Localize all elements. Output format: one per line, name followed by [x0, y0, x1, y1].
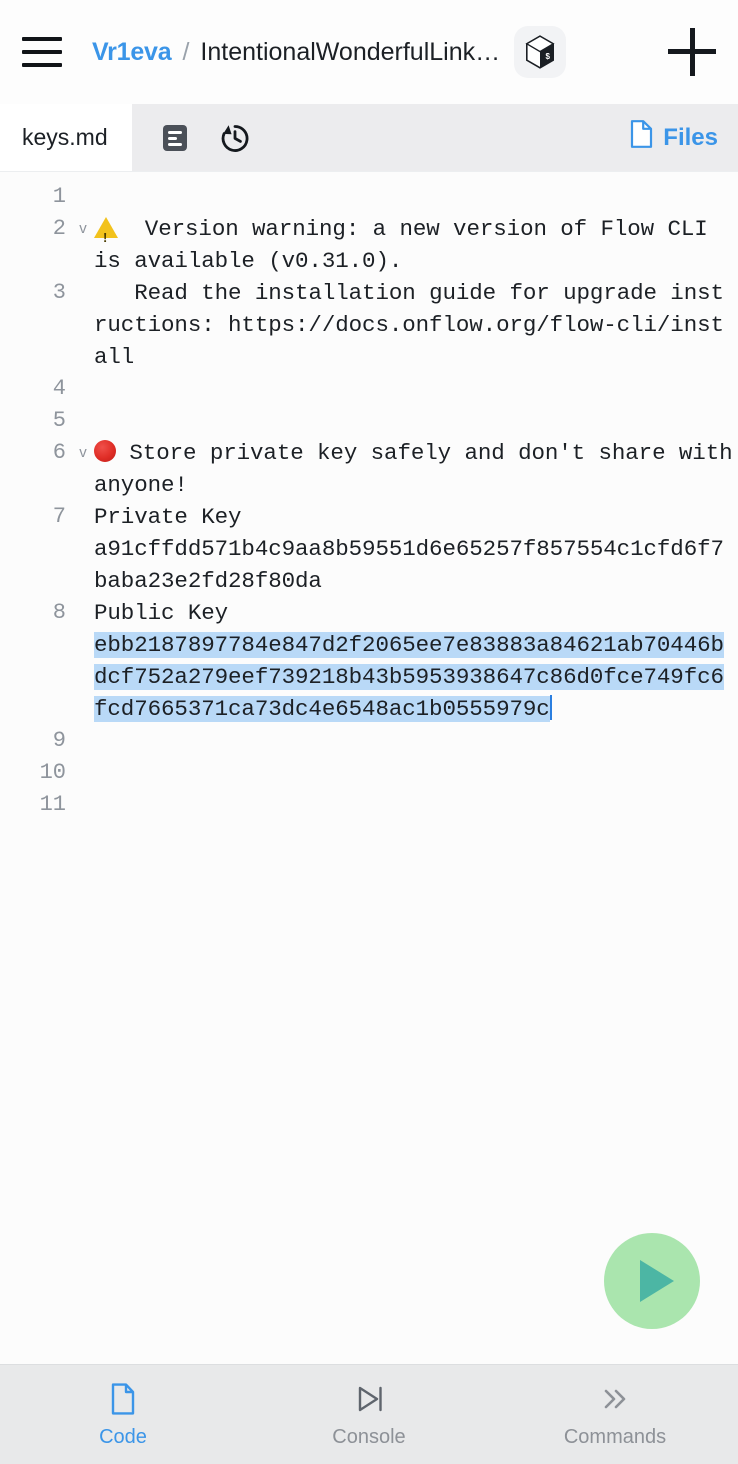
hamburger-bar: [22, 50, 62, 54]
tab-file-keys-md[interactable]: keys.md: [0, 104, 132, 171]
editor-tab-bar: keys.md Files: [0, 104, 738, 172]
line-number: 2: [52, 216, 66, 241]
line-content[interactable]: [94, 725, 738, 757]
code-line[interactable]: 8 Public Key ebb2187897784e847d2f2065ee7e…: [0, 597, 738, 725]
double-chevron-right-icon: [598, 1381, 632, 1417]
code-lines-container: 1 2v Version warning: a new version of F…: [0, 172, 738, 821]
line-content[interactable]: [94, 181, 738, 213]
code-line[interactable]: 1: [0, 181, 738, 213]
line-content[interactable]: [94, 789, 738, 821]
nav-item-console[interactable]: Console: [246, 1381, 492, 1449]
line-number: 8: [52, 600, 66, 625]
line-content[interactable]: [94, 405, 738, 437]
hamburger-bar: [22, 63, 62, 67]
text-cursor: [549, 695, 552, 720]
code-text-run: Public Key: [94, 600, 229, 626]
breadcrumb-project[interactable]: IntentionalWonderfulLinked...: [200, 38, 500, 67]
line-content[interactable]: Public Key ebb2187897784e847d2f2065ee7e8…: [94, 597, 738, 725]
code-line[interactable]: 6v Store private key safely and don't sh…: [0, 437, 738, 501]
code-editor[interactable]: 1 2v Version warning: a new version of F…: [0, 172, 738, 1364]
file-icon: [629, 119, 654, 156]
line-number: 9: [52, 728, 66, 753]
line-number: 4: [52, 376, 66, 401]
warning-triangle-icon: [94, 217, 118, 254]
file-code-icon: [109, 1381, 137, 1417]
line-number: 1: [52, 184, 66, 209]
line-content[interactable]: Version warning: a new version of Flow C…: [94, 213, 738, 277]
breadcrumb-owner[interactable]: Vr1eva: [92, 38, 172, 67]
top-bar: Vr1eva / IntentionalWonderfulLinked... $: [0, 0, 738, 104]
selected-text[interactable]: ebb2187897784e847d2f2065ee7e83883a84621a…: [94, 632, 724, 722]
fold-toggle-icon[interactable]: v: [72, 213, 94, 245]
code-text-run: Private Key a91cffdd571b4c9aa8b59551d6e6…: [94, 504, 724, 594]
line-number: 10: [39, 760, 66, 785]
line-content[interactable]: [94, 373, 738, 405]
nav-item-code[interactable]: Code: [0, 1381, 246, 1449]
svg-text:$: $: [546, 52, 551, 61]
history-clock-icon[interactable]: [216, 119, 254, 157]
nav-item-commands[interactable]: Commands: [492, 1381, 738, 1449]
add-new-button[interactable]: [668, 28, 716, 76]
line-number: 3: [52, 280, 66, 305]
document-format-icon[interactable]: [156, 119, 194, 157]
code-line[interactable]: 4: [0, 373, 738, 405]
code-line[interactable]: 11: [0, 789, 738, 821]
app-root: Vr1eva / IntentionalWonderfulLinked... $…: [0, 0, 738, 1464]
code-text-run: Read the installation guide for upgrade …: [94, 280, 724, 370]
breadcrumb: Vr1eva / IntentionalWonderfulLinked... $: [92, 26, 668, 78]
tab-tools-strip: Files: [131, 104, 738, 171]
code-line[interactable]: 2v Version warning: a new version of Flo…: [0, 213, 738, 277]
line-number: 11: [39, 792, 66, 817]
line-content[interactable]: Read the installation guide for upgrade …: [94, 277, 738, 373]
line-content[interactable]: [94, 757, 738, 789]
code-text-run: Store private key safely and don't share…: [94, 440, 733, 498]
code-line[interactable]: 3 Read the installation guide for upgrad…: [0, 277, 738, 373]
code-line[interactable]: 5: [0, 405, 738, 437]
line-number: 7: [52, 504, 66, 529]
hamburger-menu-icon[interactable]: [22, 37, 62, 67]
play-to-end-icon: [352, 1381, 386, 1417]
line-content[interactable]: Private Key a91cffdd571b4c9aa8b59551d6e6…: [94, 501, 738, 597]
code-text-run: Version warning: a new version of Flow C…: [94, 216, 722, 274]
run-button[interactable]: [604, 1233, 700, 1329]
line-content[interactable]: Store private key safely and don't share…: [94, 437, 738, 501]
files-button[interactable]: Files: [629, 119, 718, 156]
line-number: 5: [52, 408, 66, 433]
line-number: 6: [52, 440, 66, 465]
play-triangle-icon: [639, 1260, 674, 1302]
code-line[interactable]: 7 Private Key a91cffdd571b4c9aa8b59551d6e…: [0, 501, 738, 597]
red-circle-icon: [94, 440, 116, 462]
nav-label-commands: Commands: [563, 1425, 667, 1448]
bottom-navigation: Code Console Commands: [0, 1364, 738, 1464]
hamburger-bar: [22, 37, 62, 41]
breadcrumb-separator: /: [182, 37, 190, 66]
code-line[interactable]: 9: [0, 725, 738, 757]
nav-label-console: Console: [332, 1425, 406, 1448]
fold-toggle-icon[interactable]: v: [72, 437, 94, 469]
flow-cube-icon[interactable]: $: [514, 26, 567, 78]
files-label: Files: [663, 123, 718, 151]
nav-label-code: Code: [99, 1425, 147, 1448]
code-line[interactable]: 10: [0, 757, 738, 789]
